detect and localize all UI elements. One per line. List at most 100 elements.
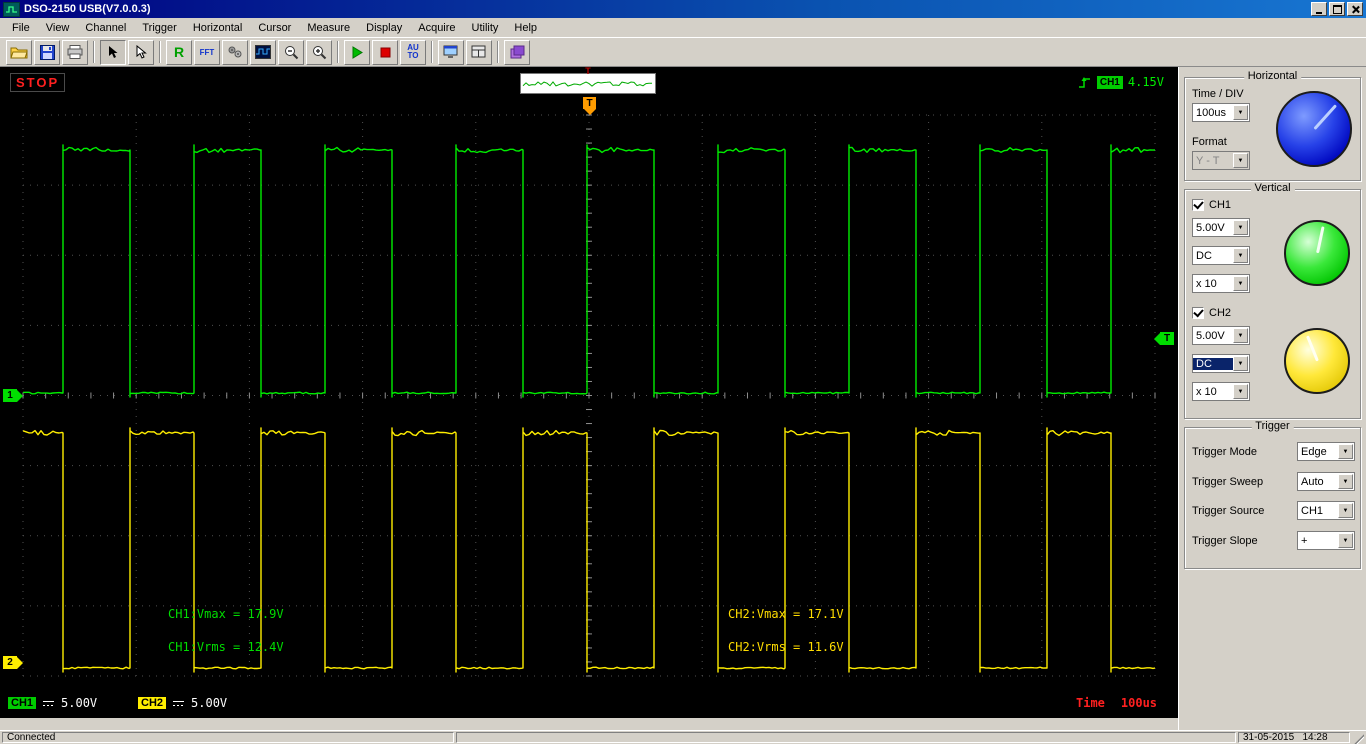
trigger-level-marker[interactable]: T [1154, 332, 1174, 345]
chevron-down-icon[interactable]: ▼ [1233, 328, 1248, 343]
menu-trigger[interactable]: Trigger [134, 20, 184, 36]
trigger-slope-select[interactable]: + ▼ [1297, 531, 1355, 550]
settings-button[interactable] [222, 39, 248, 65]
timediv-select[interactable]: 100us ▼ [1192, 103, 1250, 122]
ch1-coupling-select[interactable]: DC ▼ [1192, 246, 1250, 265]
datetime-display: 31-05-2015 14:28 [1238, 732, 1350, 743]
ch2-vmax-readout: CH2:Vmax = 17.1V [728, 607, 844, 621]
ch1-enable-checkbox[interactable] [1192, 198, 1204, 211]
waveform-window-icon [255, 45, 271, 59]
pass-fail-button[interactable] [504, 39, 530, 65]
check-icon [1192, 198, 1204, 210]
print-button[interactable] [62, 39, 88, 65]
vertical-group: Vertical CH1 5.00V ▼ DC ▼ x 10 ▼ CH2 5.00V ▼ [1184, 182, 1361, 419]
check-icon [1192, 306, 1204, 318]
menu-acquire[interactable]: Acquire [410, 20, 463, 36]
menu-bar: File View Channel Trigger Horizontal Cur… [0, 18, 1366, 37]
refresh-button[interactable]: R [166, 39, 192, 65]
arrow-down-icon [583, 109, 596, 115]
title-bar: DSO-2150 USB(V7.0.0.3) [0, 0, 1366, 18]
auto-setup-button[interactable]: AUTO [400, 39, 426, 65]
minimize-button[interactable] [1311, 2, 1327, 16]
trigger-position-marker[interactable]: T [583, 97, 596, 115]
open-button[interactable] [6, 39, 32, 65]
chevron-down-icon[interactable]: ▼ [1233, 248, 1248, 263]
trigger-sweep-row: Trigger Sweep Auto ▼ [1192, 472, 1355, 491]
stop-button[interactable] [372, 39, 398, 65]
cursor-arrow-icon [109, 46, 118, 58]
status-spacer [456, 732, 1236, 743]
chevron-down-icon[interactable]: ▼ [1338, 444, 1353, 459]
stop-icon [380, 47, 390, 57]
print-icon [67, 45, 83, 59]
toolbar-separator [497, 41, 499, 63]
ch1-ground-marker[interactable]: 1 [3, 389, 23, 402]
menu-display[interactable]: Display [358, 20, 410, 36]
ch2-coupling-select[interactable]: DC ▼ [1192, 354, 1250, 373]
menu-file[interactable]: File [4, 20, 38, 36]
chevron-down-icon[interactable]: ▼ [1233, 105, 1248, 120]
arrow-right-icon [17, 389, 23, 402]
pointer-cursor-button[interactable] [128, 39, 154, 65]
save-button[interactable] [34, 39, 60, 65]
ch1-checkbox-label: CH1 [1209, 199, 1232, 211]
menu-help[interactable]: Help [506, 20, 545, 36]
restore-icon [1332, 4, 1342, 14]
waveform-display-button[interactable] [250, 39, 276, 65]
window-title: DSO-2150 USB(V7.0.0.3) [24, 3, 151, 15]
zoom-out-button[interactable] [278, 39, 304, 65]
trigger-slope-row: Trigger Slope + ▼ [1192, 531, 1355, 550]
gears-icon [228, 46, 242, 58]
chevron-down-icon[interactable]: ▼ [1233, 356, 1248, 371]
ch1-position-knob[interactable] [1284, 220, 1350, 286]
menu-utility[interactable]: Utility [464, 20, 507, 36]
chevron-down-icon[interactable]: ▼ [1233, 220, 1248, 235]
ch2-position-knob[interactable] [1284, 328, 1350, 394]
fft-button[interactable]: FFT [194, 39, 220, 65]
timediv-label: Time / DIV [1192, 88, 1244, 100]
chevron-down-icon: ▼ [1233, 153, 1248, 168]
record-preview[interactable]: T [520, 67, 656, 94]
chevron-down-icon[interactable]: ▼ [1338, 533, 1353, 548]
ch1-badge: CH1 [8, 697, 37, 709]
menu-cursor[interactable]: Cursor [250, 20, 299, 36]
minimize-icon [1316, 11, 1322, 14]
arrow-left-icon [1154, 332, 1160, 345]
menu-channel[interactable]: Channel [77, 20, 134, 36]
trigger-sweep-select[interactable]: Auto ▼ [1297, 472, 1355, 491]
ch1-vrms-readout: CH1:Vrms = 12.4V [168, 640, 284, 654]
toolbar-separator [431, 41, 433, 63]
menu-horizontal[interactable]: Horizontal [185, 20, 251, 36]
zoom-in-button[interactable] [306, 39, 332, 65]
resize-grip[interactable] [1352, 731, 1364, 744]
trigger-mode-select[interactable]: Edge ▼ [1297, 442, 1355, 461]
close-button[interactable] [1347, 2, 1363, 16]
scope-display: STOP T CH1 4.15V T 1 2 T CH1:Vmax = 17.9… [0, 67, 1178, 718]
select-cursor-button[interactable] [100, 39, 126, 65]
chevron-down-icon[interactable]: ▼ [1338, 474, 1353, 489]
display-mode-button[interactable] [466, 39, 492, 65]
ch2-volts-select[interactable]: 5.00V ▼ [1192, 326, 1250, 345]
ch1-probe-select[interactable]: x 10 ▼ [1192, 274, 1250, 293]
app-icon [3, 1, 20, 17]
ch2-enable-checkbox[interactable] [1192, 306, 1204, 319]
chevron-down-icon[interactable]: ▼ [1233, 384, 1248, 399]
chevron-down-icon[interactable]: ▼ [1338, 503, 1353, 518]
trigger-source-select[interactable]: CH1 ▼ [1297, 501, 1355, 520]
menu-measure[interactable]: Measure [299, 20, 358, 36]
trigger-sweep-label: Trigger Sweep [1192, 475, 1264, 488]
ch2-ground-marker[interactable]: 2 [3, 656, 23, 669]
ch2-probe-select[interactable]: x 10 ▼ [1192, 382, 1250, 401]
restore-button[interactable] [1329, 2, 1345, 16]
fft-label: FFT [199, 47, 215, 57]
toolbar-separator [159, 41, 161, 63]
menu-view[interactable]: View [38, 20, 78, 36]
toolbar: R FFT AUTO [0, 37, 1366, 67]
save-icon [39, 44, 55, 60]
self-calibration-button[interactable] [438, 39, 464, 65]
start-button[interactable] [344, 39, 370, 65]
horizontal-position-knob[interactable] [1276, 91, 1352, 167]
chevron-down-icon[interactable]: ▼ [1233, 276, 1248, 291]
trigger-group: Trigger Trigger Mode Edge ▼ Trigger Sweep… [1184, 420, 1361, 569]
ch1-volts-select[interactable]: 5.00V ▼ [1192, 218, 1250, 237]
